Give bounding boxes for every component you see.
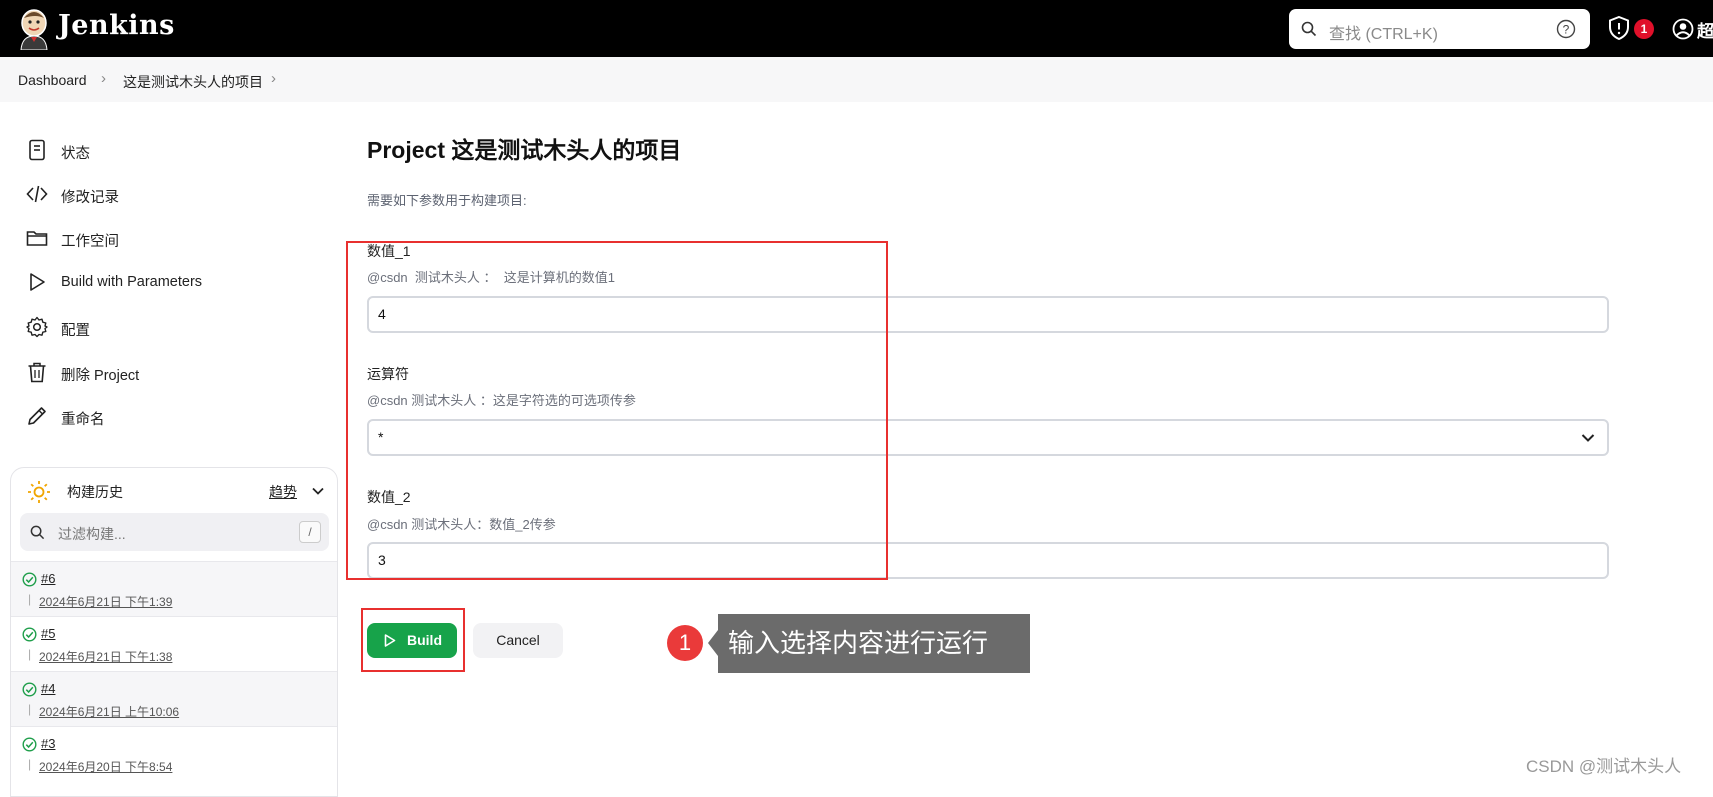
annotation-highlight-box: [346, 241, 888, 580]
success-check-icon: [22, 572, 37, 587]
breadcrumb-chevron-icon: ›: [101, 70, 106, 87]
build-time-link[interactable]: 2024年6月21日 上午10:06: [39, 703, 179, 720]
annotation-step-number: 1: [667, 625, 703, 661]
filter-placeholder: 过滤构建...: [58, 526, 126, 542]
build-row[interactable]: #6 | 2024年6月21日 下午1:39: [11, 561, 337, 616]
sidebar-item-label: 工作空间: [61, 234, 119, 250]
trend-link[interactable]: 趋势: [269, 482, 297, 502]
watermark: CSDN @测试木头人: [1526, 757, 1682, 776]
pencil-icon: [28, 407, 46, 425]
breadcrumb-chevron-icon[interactable]: ›: [271, 70, 276, 87]
brand-name[interactable]: Jenkins: [58, 10, 175, 41]
build-row[interactable]: #4 | 2024年6月21日 上午10:06: [11, 671, 337, 726]
sidebar-item-label: 删除 Project: [61, 368, 140, 384]
security-shield-icon[interactable]: [1608, 16, 1630, 40]
breadcrumb-dashboard[interactable]: Dashboard: [18, 72, 87, 88]
sidebar-item-label: 重命名: [61, 412, 105, 428]
code-icon: [26, 185, 48, 203]
breadcrumb-project[interactable]: 这是测试木头人的项目: [123, 72, 263, 92]
gear-icon: [26, 316, 48, 338]
success-check-icon: [22, 682, 37, 697]
annotation-callout-arrow: [708, 630, 718, 656]
help-icon[interactable]: ?: [1556, 19, 1576, 39]
annotation-callout-text: 输入选择内容进行运行: [718, 614, 1030, 673]
user-avatar-icon[interactable]: [1672, 18, 1694, 40]
timeline-bar: |: [28, 757, 32, 771]
success-check-icon: [22, 627, 37, 642]
sidebar-item-label: 修改记录: [61, 190, 119, 206]
build-filter-input[interactable]: 过滤构建... /: [20, 513, 329, 551]
search-icon: [30, 525, 45, 540]
chevron-down-icon: [1581, 434, 1595, 442]
sun-weather-icon: [28, 481, 50, 503]
timeline-bar: |: [28, 702, 32, 716]
page-description: 需要如下参数用于构建项目:: [367, 193, 527, 208]
svg-text:?: ?: [1563, 23, 1570, 37]
page-title: Project 这是测试木头人的项目: [367, 137, 682, 163]
build-row[interactable]: #5 | 2024年6月21日 下午1:38: [11, 616, 337, 671]
build-row[interactable]: #3 | 2024年6月20日 下午8:54: [11, 726, 337, 781]
build-time-link[interactable]: 2024年6月20日 下午8:54: [39, 758, 172, 775]
annotation-highlight-box: [361, 608, 465, 672]
build-history-title: 构建历史: [67, 484, 123, 500]
keyboard-shortcut-hint: /: [299, 521, 321, 543]
folder-icon: [26, 231, 48, 246]
build-number-link[interactable]: #6: [41, 571, 55, 586]
build-number-link[interactable]: #3: [41, 736, 55, 751]
search-placeholder: 查找 (CTRL+K): [1329, 26, 1438, 43]
build-time-link[interactable]: 2024年6月21日 下午1:38: [39, 648, 172, 665]
top-header: Jenkins 查找 (CTRL+K) ? 1 超: [0, 0, 1713, 57]
build-time-link[interactable]: 2024年6月21日 下午1:39: [39, 593, 172, 610]
chevron-down-icon[interactable]: [311, 484, 325, 498]
status-document-icon: [29, 139, 45, 161]
build-number-link[interactable]: #5: [41, 626, 55, 641]
success-check-icon: [22, 737, 37, 752]
build-number-link[interactable]: #4: [41, 681, 55, 696]
sidebar-item-label: 配置: [61, 323, 90, 339]
user-name[interactable]: 超: [1697, 17, 1713, 42]
breadcrumb: Dashboard › 这是测试木头人的项目 ›: [0, 57, 1713, 102]
build-history-panel: 构建历史 趋势 过滤构建... / #6 | 2024年6月21日 下午1:39…: [10, 467, 338, 797]
search-icon: [1301, 21, 1317, 37]
trash-icon: [28, 362, 46, 383]
play-icon: [30, 273, 45, 291]
timeline-bar: |: [28, 592, 32, 606]
cancel-button[interactable]: Cancel: [473, 623, 563, 658]
timeline-bar: |: [28, 647, 32, 661]
sidebar-item-label: Build with Parameters: [61, 274, 203, 290]
jenkins-logo-icon[interactable]: [16, 8, 52, 50]
notification-badge[interactable]: 1: [1634, 19, 1654, 39]
sidebar-item-label: 状态: [61, 146, 90, 162]
search-box[interactable]: 查找 (CTRL+K) ?: [1289, 9, 1590, 49]
